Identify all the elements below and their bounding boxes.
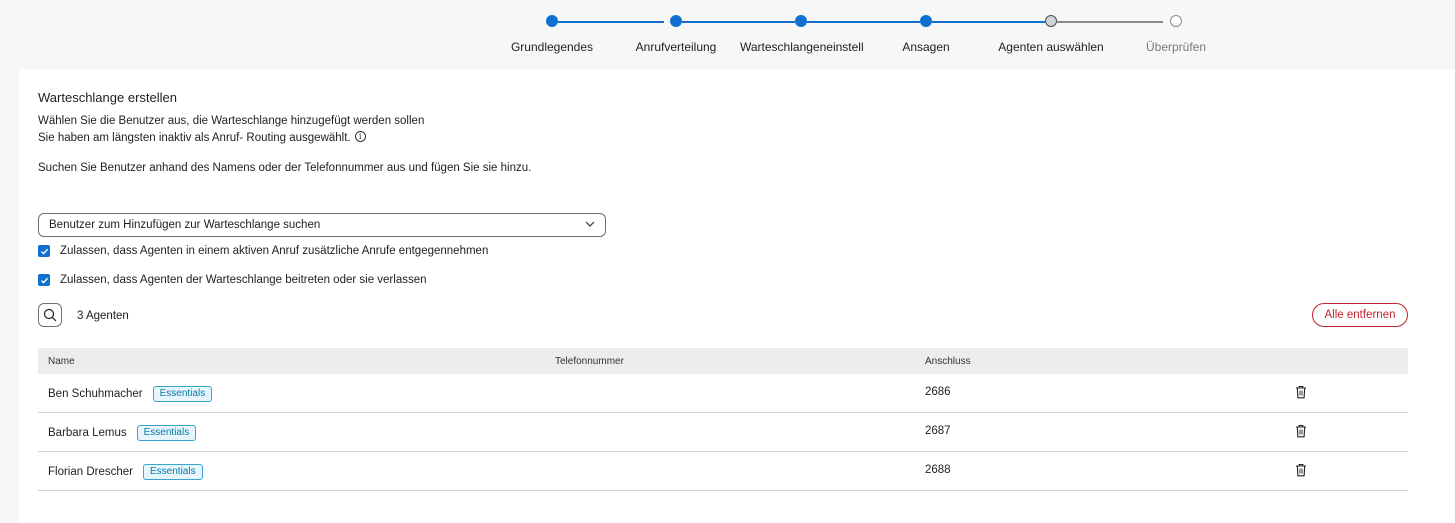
agent-extension: 2686 (925, 386, 951, 398)
step-dot-grundlegendes[interactable] (546, 15, 558, 27)
description-line-2-text: Sie haben am längsten inaktiv als Anruf-… (38, 132, 351, 144)
user-search-dropdown[interactable]: Benutzer zum Hinzufügen zur Warteschlang… (38, 213, 606, 237)
main-panel: Warteschlange erstellen Wählen Sie die B… (19, 69, 1455, 523)
chevron-down-icon (585, 221, 595, 227)
checkbox-join-leave-queue[interactable] (38, 274, 50, 286)
table-row: Barbara Lemus Essentials 2687 (38, 413, 1408, 452)
agent-extension: 2688 (925, 464, 951, 476)
license-badge: Essentials (152, 386, 213, 402)
step-dot-ueberpruefen (1170, 15, 1182, 27)
description-line-2: Sie haben am längsten inaktiv als Anruf-… (38, 131, 366, 144)
step-label-ueberpruefen: Überprüfen (1145, 40, 1207, 54)
step-dot-anrufverteilung[interactable] (670, 15, 682, 27)
step-dot-agenten-auswaehlen[interactable] (1045, 15, 1057, 27)
remove-all-button[interactable]: Alle entfernen (1312, 303, 1408, 327)
agent-name: Ben Schuhmacher (48, 388, 143, 400)
option-join-leave-queue[interactable]: Zulassen, dass Agenten der Warteschlange… (38, 274, 427, 286)
step-dot-ansagen[interactable] (920, 15, 932, 27)
step-label-agenten-auswaehlen[interactable]: Agenten auswählen (998, 40, 1103, 54)
stepper-connector (807, 21, 920, 23)
description-line-1: Wählen Sie die Benutzer aus, die Wartesc… (38, 115, 425, 127)
checkbox-additional-calls[interactable] (38, 245, 50, 257)
wizard-stepper: Grundlegendes Anrufverteilung Warteschla… (0, 0, 1455, 70)
license-badge: Essentials (136, 425, 197, 441)
agent-name-cell: Ben Schuhmacher Essentials (48, 386, 213, 402)
user-search-placeholder: Benutzer zum Hinzufügen zur Warteschlang… (49, 219, 321, 231)
license-badge: Essentials (143, 464, 203, 480)
agent-count: 3 Agenten (77, 310, 129, 322)
search-hint: Suchen Sie Benutzer anhand des Namens od… (38, 162, 532, 174)
column-header-extension[interactable]: Anschluss (925, 356, 971, 367)
step-dot-warteschlangeneinstellungen[interactable] (795, 15, 807, 27)
agent-name-cell: Florian Drescher Essentials (48, 464, 203, 480)
trash-icon[interactable] (1295, 424, 1307, 438)
option-join-leave-queue-label: Zulassen, dass Agenten der Warteschlange… (60, 274, 427, 286)
option-additional-calls-label: Zulassen, dass Agenten in einem aktiven … (60, 245, 489, 257)
step-label-ansagen[interactable]: Ansagen (902, 40, 949, 54)
column-header-name[interactable]: Name (48, 356, 75, 367)
agent-name: Florian Drescher (48, 466, 133, 478)
column-header-phone[interactable]: Telefonnummer (555, 356, 624, 367)
page-title: Warteschlange erstellen (38, 90, 177, 105)
agent-search-button[interactable] (38, 303, 62, 327)
agent-name-cell: Barbara Lemus Essentials (48, 425, 197, 441)
option-additional-calls[interactable]: Zulassen, dass Agenten in einem aktiven … (38, 245, 488, 257)
info-icon[interactable]: i (354, 131, 366, 142)
trash-icon[interactable] (1295, 463, 1307, 477)
checkmark-icon (40, 248, 48, 255)
agents-table: Name Telefonnummer Anschluss Ben Schuhma… (38, 348, 1408, 491)
table-row: Florian Drescher Essentials 2688 (38, 452, 1408, 491)
table-row: Ben Schuhmacher Essentials 2686 (38, 374, 1408, 413)
agent-extension: 2687 (925, 425, 951, 437)
checkmark-icon (40, 277, 48, 284)
trash-icon[interactable] (1295, 385, 1307, 399)
step-label-anrufverteilung[interactable]: Anrufverteilung (636, 40, 717, 54)
agent-name: Barbara Lemus (48, 427, 127, 439)
stepper-connector (1057, 21, 1163, 23)
stepper-connector (932, 21, 1045, 23)
stepper-connector (682, 21, 795, 23)
stepper-connector (558, 21, 664, 23)
step-label-warteschlangeneinstellungen[interactable]: Warteschlangeneinstellungen (740, 40, 864, 54)
step-label-grundlegendes[interactable]: Grundlegendes (511, 40, 593, 54)
table-header: Name Telefonnummer Anschluss (38, 348, 1408, 374)
search-icon (43, 308, 57, 322)
